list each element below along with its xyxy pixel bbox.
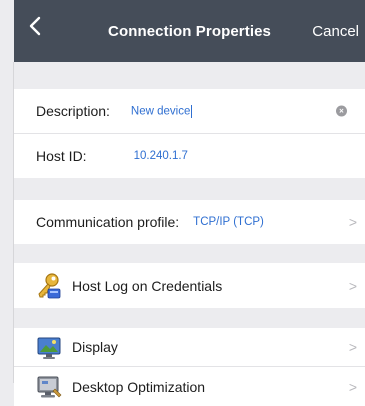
description-label: Description:	[36, 103, 110, 119]
clear-icon[interactable]: ×	[336, 105, 347, 117]
section-gap	[14, 178, 365, 200]
left-edge	[0, 62, 14, 383]
section-gap	[14, 62, 365, 89]
communication-profile-value: TCP/IP (TCP)	[193, 216, 264, 228]
back-button[interactable]	[20, 10, 50, 46]
display-label: Display	[72, 339, 118, 355]
communication-group: Communication profile: TCP/IP (TCP) >	[14, 200, 365, 244]
host-id-input[interactable]: 10.240.1.7	[134, 150, 188, 162]
description-row[interactable]: Description: New device ×	[14, 89, 365, 134]
connection-group: Description: New device × Host ID: 10.24…	[14, 89, 365, 178]
chevron-right-icon: >	[348, 378, 357, 395]
communication-profile-label: Communication profile:	[36, 214, 180, 230]
navigation-bar: Connection Properties Cancel	[14, 0, 365, 62]
host-logon-credentials-row[interactable]: Host Log on Credentials >	[14, 263, 365, 308]
chevron-left-icon	[29, 16, 41, 41]
cancel-button[interactable]: Cancel	[312, 0, 359, 62]
display-row[interactable]: Display >	[14, 328, 365, 367]
display-icon	[34, 332, 64, 362]
section-gap	[14, 244, 365, 263]
description-value: New device	[130, 105, 191, 118]
chevron-right-icon: >	[348, 214, 357, 230]
key-icon	[34, 271, 64, 301]
chevron-right-icon: >	[348, 339, 357, 355]
chevron-right-icon: >	[348, 277, 357, 294]
text-caret	[191, 104, 193, 118]
display-group: Display > Desktop Optimization >	[14, 328, 365, 406]
host-id-label: Host ID:	[36, 148, 87, 164]
host-id-row[interactable]: Host ID: 10.240.1.7	[14, 134, 365, 178]
credentials-group: Host Log on Credentials >	[14, 263, 365, 308]
communication-profile-row[interactable]: Communication profile: TCP/IP (TCP) >	[14, 200, 365, 244]
description-input[interactable]: New device	[130, 104, 193, 118]
host-logon-credentials-label: Host Log on Credentials	[72, 277, 223, 294]
section-gap	[14, 308, 365, 328]
desktop-optimization-row[interactable]: Desktop Optimization >	[14, 367, 365, 406]
desktop-optimization-label: Desktop Optimization	[72, 378, 206, 395]
properties-list: Description: New device × Host ID: 10.24…	[14, 62, 365, 406]
desktop-optimization-icon	[34, 372, 64, 402]
